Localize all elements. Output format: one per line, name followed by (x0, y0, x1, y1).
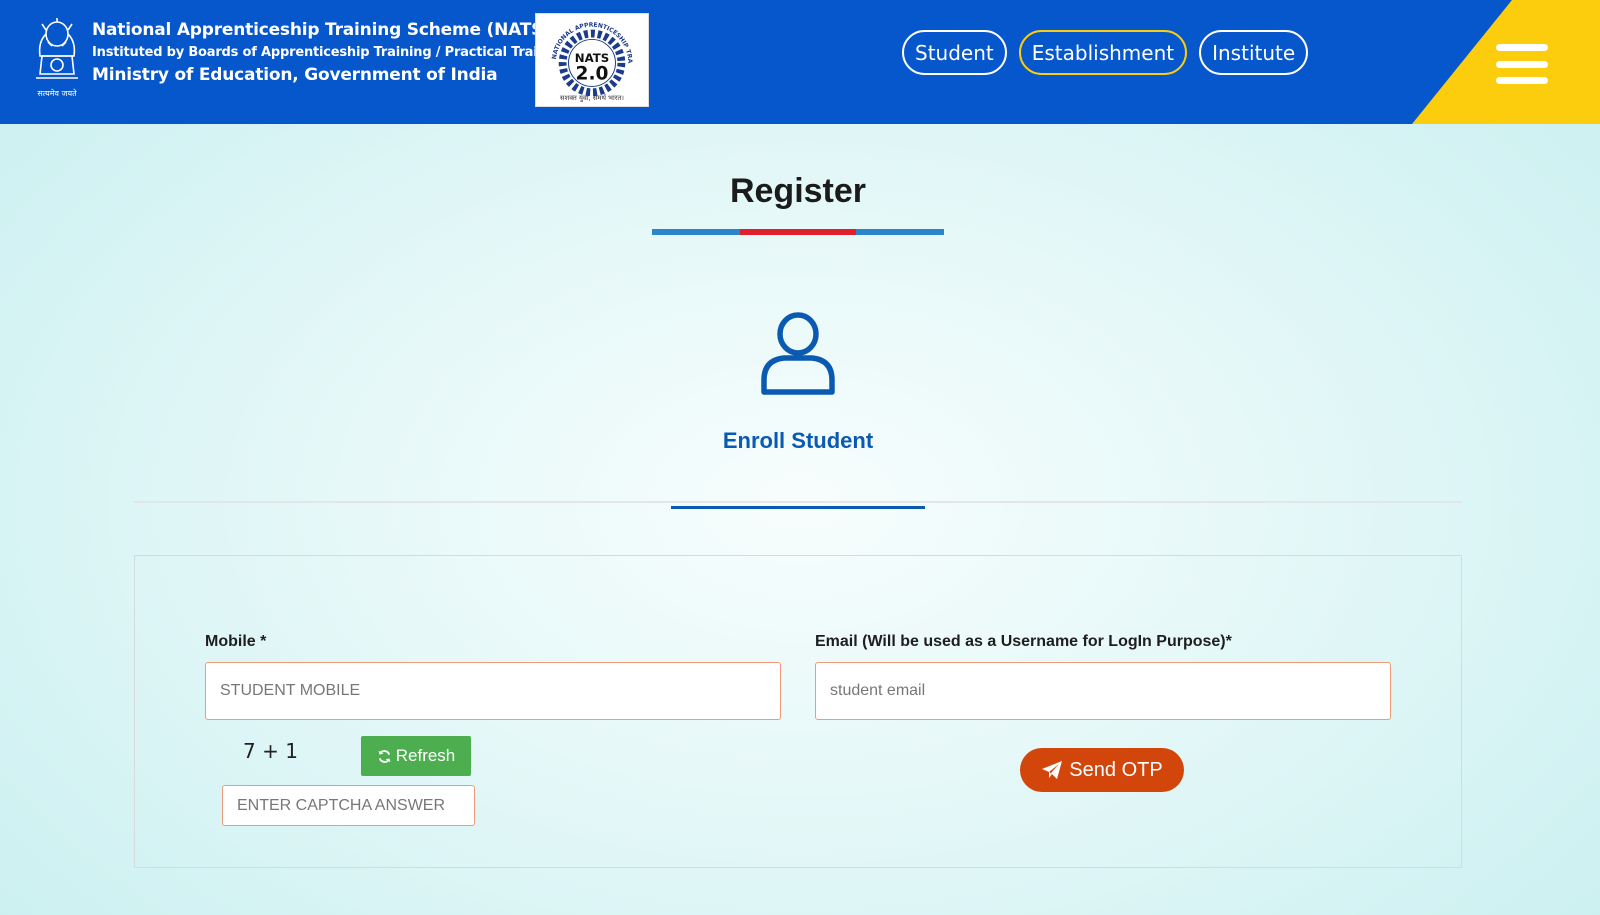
nats-logo: NATIONAL APPRENTICESHIP TRAINING SCHEME … (535, 13, 649, 107)
header-subtitle: Instituted by Boards of Apprenticeship T… (92, 45, 569, 60)
site-header: सत्यमेव जयते National Apprenticeship Tra… (0, 0, 1600, 124)
nav-establishment-button[interactable]: Establishment (1018, 30, 1188, 75)
mobile-label: Mobile * (205, 633, 267, 650)
hamburger-menu-icon[interactable] (1496, 44, 1548, 84)
send-otp-button[interactable]: Send OTP (1020, 748, 1184, 792)
mobile-input[interactable] (205, 662, 781, 720)
active-tab-indicator (671, 506, 925, 509)
logo-tagline: सशक्त युवा, समर्थ भारत। (560, 93, 624, 102)
refresh-icon (378, 749, 391, 763)
logo-version: 2.0 (576, 64, 609, 85)
paper-plane-icon (1042, 761, 1063, 779)
email-label: Email (Will be used as a Username for Lo… (815, 633, 1232, 650)
title-underline (652, 229, 944, 235)
header-ministry: Ministry of Education, Government of Ind… (92, 65, 498, 85)
email-input[interactable] (815, 662, 1391, 720)
page-title: Register (729, 172, 867, 210)
user-icon[interactable] (758, 308, 838, 398)
emblem-motto: सत्यमेव जयते (37, 88, 77, 98)
send-otp-label: Send OTP (1069, 758, 1163, 781)
national-emblem-logo: सत्यमेव जयते (36, 18, 78, 98)
refresh-captcha-button[interactable]: Refresh (361, 736, 471, 776)
captcha-answer-input[interactable] (222, 785, 475, 826)
refresh-label: Refresh (395, 746, 456, 765)
captcha-question: 7 + 1 (243, 739, 298, 763)
header-title: National Apprenticeship Training Scheme … (92, 20, 551, 40)
nav-institute-button[interactable]: Institute (1199, 30, 1309, 75)
nav-student-button[interactable]: Student (902, 30, 1007, 75)
tab-divider (134, 501, 1462, 503)
top-nav: Student Establishment Institute (902, 30, 1309, 75)
tab-enroll-student[interactable]: Enroll Student (0, 428, 1596, 454)
